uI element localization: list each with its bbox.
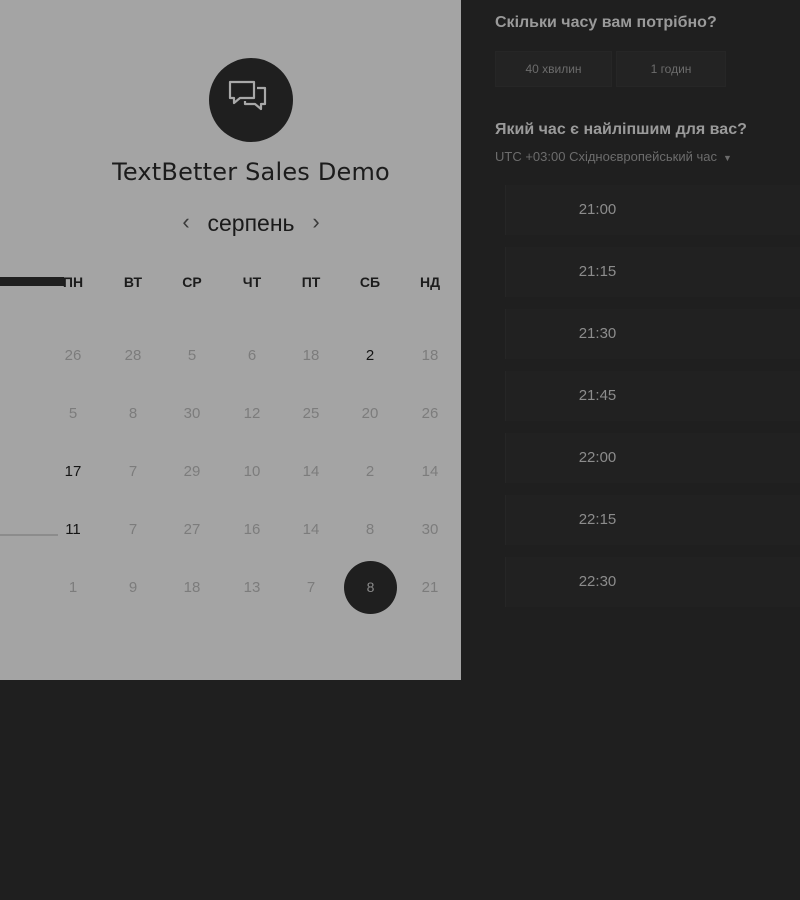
calendar-day[interactable]: 11 — [48, 520, 98, 540]
time-slot-label: 22:00 — [578, 449, 617, 466]
time-slot[interactable]: 21:15 — [505, 247, 800, 297]
logo — [209, 58, 293, 142]
time-slot[interactable]: 21:00 — [505, 185, 800, 235]
timezone-label: UTC +03:00 Східноєвропейський час — [495, 149, 717, 164]
calendar-day[interactable]: 5 — [48, 404, 98, 424]
calendar-day[interactable]: 30 — [167, 404, 217, 424]
weekday-label: ВТ — [123, 274, 143, 290]
time-slot[interactable]: 22:00 — [505, 433, 800, 483]
scheduler-panel: Скільки часу вам потрібно? 40 хвилин 1 г… — [461, 0, 800, 900]
calendar-day[interactable]: 14 — [286, 462, 336, 482]
time-slot-label: 21:15 — [578, 263, 617, 280]
time-slot-label: 21:00 — [578, 201, 617, 218]
duration-40-min-button[interactable]: 40 хвилин — [495, 51, 612, 87]
calendar-day[interactable]: 12 — [227, 404, 277, 424]
weekday-label: ПН — [62, 274, 84, 290]
duration-question: Скільки часу вам потрібно? — [495, 14, 717, 31]
calendar-day[interactable]: 20 — [345, 404, 395, 424]
time-slot-label: 22:15 — [578, 511, 617, 528]
time-slot-label: 21:30 — [578, 325, 617, 342]
calendar-day[interactable]: 14 — [405, 462, 455, 482]
calendar-day[interactable]: 16 — [227, 520, 277, 540]
calendar-day[interactable]: 7 — [108, 462, 158, 482]
calendar-day[interactable]: 26 — [48, 346, 98, 366]
calendar-day[interactable]: 8 — [345, 520, 395, 540]
calendar-day[interactable]: 6 — [227, 346, 277, 366]
selected-day[interactable]: 8 — [344, 561, 397, 614]
weekday-label: ПТ — [301, 274, 321, 290]
calendar-day[interactable]: 2 — [345, 346, 395, 366]
time-slot[interactable]: 22:30 — [505, 557, 800, 607]
duration-1-hour-button[interactable]: 1 годин — [616, 51, 726, 87]
calendar-day[interactable]: 21 — [405, 578, 455, 598]
calendar-day[interactable]: 13 — [227, 578, 277, 598]
calendar-day[interactable]: 30 — [405, 520, 455, 540]
calendar-day[interactable]: 27 — [167, 520, 217, 540]
time-slot-label: 21:45 — [578, 387, 617, 404]
page-title: TextBetter Sales Demo — [112, 158, 390, 186]
calendar-day[interactable]: 26 — [405, 404, 455, 424]
weekday-label: СР — [182, 274, 202, 290]
calendar-day[interactable]: 7 — [108, 520, 158, 540]
booking-page: TextBetter Sales Demo ‹ серпень › ПН ВТ СР… — [0, 0, 800, 900]
calendar-panel: TextBetter Sales Demo ‹ серпень › ПН ВТ СР… — [0, 0, 461, 680]
caret-down-icon: ▼ — [722, 152, 732, 163]
calendar-day[interactable]: 10 — [227, 462, 277, 482]
calendar-day[interactable]: 1 — [48, 578, 98, 598]
calendar-day[interactable]: 28 — [108, 346, 158, 366]
calendar-day[interactable]: 18 — [286, 346, 336, 366]
calendar-day[interactable]: 9 — [108, 578, 158, 598]
weekday-label: НД — [419, 274, 441, 290]
calendar-day[interactable]: 18 — [405, 346, 455, 366]
weekday-label: СБ — [359, 274, 381, 290]
calendar-day[interactable]: 14 — [286, 520, 336, 540]
calendar-day[interactable]: 17 — [48, 462, 98, 482]
calendar-day[interactable]: 18 — [167, 578, 217, 598]
calendar-day[interactable]: 25 — [286, 404, 336, 424]
weekday-label: ЧТ — [242, 274, 262, 290]
calendar-day[interactable]: 8 — [108, 404, 158, 424]
calendar-day[interactable]: 7 — [286, 578, 336, 598]
time-slot[interactable]: 21:45 — [505, 371, 800, 421]
month-navigation: ‹ серпень › — [0, 208, 461, 238]
time-slot[interactable]: 21:30 — [505, 309, 800, 359]
chevron-right-icon[interactable]: › — [306, 208, 326, 238]
timezone-select[interactable]: UTC +03:00 Східноєвропейський час ▼ — [495, 149, 732, 164]
time-slot[interactable]: 22:15 — [505, 495, 800, 545]
calendar-day[interactable]: 29 — [167, 462, 217, 482]
chat-bubbles-icon — [228, 80, 267, 111]
time-slot-label: 22:30 — [578, 573, 617, 590]
calendar-day[interactable]: 5 — [167, 346, 217, 366]
time-question: Який час є найліпшим для вас? — [495, 121, 747, 138]
calendar-day[interactable]: 2 — [345, 462, 395, 482]
